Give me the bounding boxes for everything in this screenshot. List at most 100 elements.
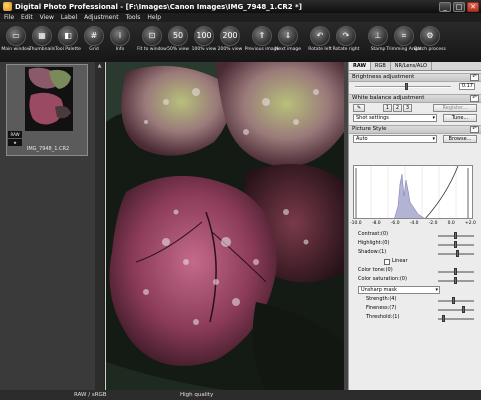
brightness-label: Brightness adjustment	[352, 74, 415, 80]
tool-label: Rotate right	[332, 47, 360, 52]
thumbnail-item[interactable]: RAW ★ IMG_7948_1.CR2	[6, 64, 88, 156]
grid-button[interactable]: # Grid	[81, 22, 107, 62]
stamp-icon: ⊥	[368, 26, 388, 46]
reset-icon[interactable]: ↶	[470, 126, 479, 133]
fineness-thumb[interactable]	[462, 306, 465, 313]
tab-nr-lens-alo[interactable]: NR/Lens/ALO	[391, 62, 432, 70]
thumbnail-image	[25, 67, 73, 131]
scroll-up-icon[interactable]: ▲	[95, 62, 104, 70]
threshold-label: Threshold:(1)	[366, 314, 400, 320]
shadow-row: Shadow:(1)	[348, 249, 481, 258]
color-saturation-thumb[interactable]	[454, 277, 457, 284]
linear-checkbox[interactable]	[384, 259, 390, 265]
sharpness-mode-select[interactable]: Unsharp mask	[358, 286, 440, 294]
close-button[interactable]: ✕	[467, 1, 479, 12]
strength-thumb[interactable]	[452, 297, 455, 304]
wb-preset-3[interactable]: 3	[403, 104, 412, 112]
eyedropper-button[interactable]: ✎	[353, 104, 365, 112]
white-balance-select[interactable]: Shot settings	[353, 114, 437, 122]
browse-button[interactable]: Browse...	[443, 135, 477, 143]
menu-tools[interactable]: Tools	[126, 14, 141, 21]
minimize-button[interactable]: _	[439, 1, 451, 12]
tool-label: Tool Palette	[55, 47, 81, 52]
thumbnails-button[interactable]: ▦ Thumbnails	[29, 22, 55, 62]
stamp-button[interactable]: ⊥ Stamp	[365, 22, 391, 62]
brightness-value[interactable]: 0.17	[459, 83, 475, 90]
brightness-slider[interactable]	[355, 86, 451, 88]
tool-label: 50% view	[167, 47, 189, 52]
rotate-right-button[interactable]: ↷ Rotate right	[333, 22, 359, 62]
menu-help[interactable]: Help	[147, 14, 161, 21]
thumbnail-filename: IMG_7948_1.CR2	[26, 146, 70, 152]
wb-preset-1[interactable]: 1	[383, 104, 392, 112]
strength-slider[interactable]	[438, 300, 474, 302]
tone-curve-histogram[interactable]	[353, 165, 473, 219]
tune-button[interactable]: Tune...	[443, 114, 477, 122]
fit-to-window-button[interactable]: ⊡ Fit to window	[137, 22, 167, 62]
menu-file[interactable]: File	[4, 14, 14, 21]
threshold-thumb[interactable]	[442, 315, 445, 322]
tool-label: Grid	[89, 47, 99, 52]
shadow-label: Shadow:(1)	[358, 249, 387, 255]
status-bar: RAW / sRGB High quality	[0, 390, 481, 400]
rotate-left-button[interactable]: ↶ Rotate left	[307, 22, 333, 62]
tool-label: Rotate left	[308, 47, 332, 52]
status-quality: High quality	[180, 392, 214, 398]
thumbnail-panel: RAW ★ IMG_7948_1.CR2 ▲	[0, 62, 105, 390]
window-icon: ▭	[6, 26, 26, 46]
previous-image-button[interactable]: ⇑ Previous image	[245, 22, 279, 62]
thumbnail-scrollbar[interactable]: ▲	[95, 62, 104, 390]
zoom-200-icon: 200	[220, 26, 240, 46]
fineness-slider[interactable]	[438, 309, 474, 311]
image-viewer[interactable]	[106, 62, 344, 390]
raw-badge: RAW	[8, 131, 22, 138]
rotate-left-icon: ↶	[310, 26, 330, 46]
tab-rgb[interactable]: RGB	[371, 62, 391, 70]
brightness-row: 0.17	[349, 82, 481, 92]
brightness-thumb[interactable]	[405, 83, 408, 90]
axis-tick: -2.0	[428, 221, 438, 226]
window-title: Digital Photo Professional - [F:\Images\…	[15, 2, 302, 11]
contrast-label: Contrast:(0)	[358, 231, 389, 237]
next-image-button[interactable]: ⇓ Next image	[275, 22, 301, 62]
menu-view[interactable]: View	[40, 14, 54, 21]
main-window-button[interactable]: ▭ Main window	[1, 22, 31, 62]
previous-icon: ⇑	[252, 26, 272, 46]
palette-tabs: RAW RGB NR/Lens/ALO	[349, 62, 481, 71]
info-button[interactable]: i Info	[107, 22, 133, 62]
highlight-row: Highlight:(0)	[348, 240, 481, 249]
axis-tick: +2.0	[464, 221, 476, 226]
zoom-100-button[interactable]: 100 100% view	[191, 22, 217, 62]
tool-label: Next image	[275, 47, 301, 52]
batch-process-button[interactable]: ⚙ Batch process	[414, 22, 446, 62]
picture-style-label: Picture Style	[352, 126, 387, 132]
strength-label: Strength:(4)	[366, 296, 397, 302]
tool-palette-button[interactable]: ◧ Tool Palette	[55, 22, 81, 62]
zoom-50-button[interactable]: 50 50% view	[165, 22, 191, 62]
tool-label: Main window	[1, 47, 31, 52]
tool-label: Batch process	[414, 47, 446, 52]
picture-style-row: Auto Browse...	[349, 134, 481, 144]
reset-icon[interactable]: ↶	[470, 95, 479, 102]
menu-adjustment[interactable]: Adjustment	[84, 14, 118, 21]
axis-tick: -4.0	[409, 221, 419, 226]
menu-bar: File Edit View Label Adjustment Tools He…	[0, 13, 481, 22]
menu-label[interactable]: Label	[61, 14, 77, 21]
trimming-angle-button[interactable]: ⌗ Trimming Angle	[386, 22, 422, 62]
maximize-button[interactable]: □	[453, 1, 465, 12]
highlight-thumb[interactable]	[454, 241, 457, 248]
contrast-thumb[interactable]	[454, 232, 457, 239]
picture-style-select[interactable]: Auto	[353, 135, 437, 143]
tool-label: Fit to window	[137, 47, 167, 52]
axis-tick: 0.0	[447, 221, 455, 226]
wb-preset-2[interactable]: 2	[393, 104, 402, 112]
tab-raw[interactable]: RAW	[349, 62, 372, 70]
shadow-thumb[interactable]	[456, 250, 459, 257]
reset-icon[interactable]: ↶	[470, 74, 479, 81]
menu-edit[interactable]: Edit	[21, 14, 33, 21]
next-icon: ⇓	[278, 26, 298, 46]
color-tone-thumb[interactable]	[454, 268, 457, 275]
register-button[interactable]: Register...	[433, 104, 477, 112]
main-content: RAW ★ IMG_7948_1.CR2 ▲ RAW RGB NR/Lens/A…	[0, 62, 481, 390]
zoom-200-button[interactable]: 200 200% view	[217, 22, 243, 62]
